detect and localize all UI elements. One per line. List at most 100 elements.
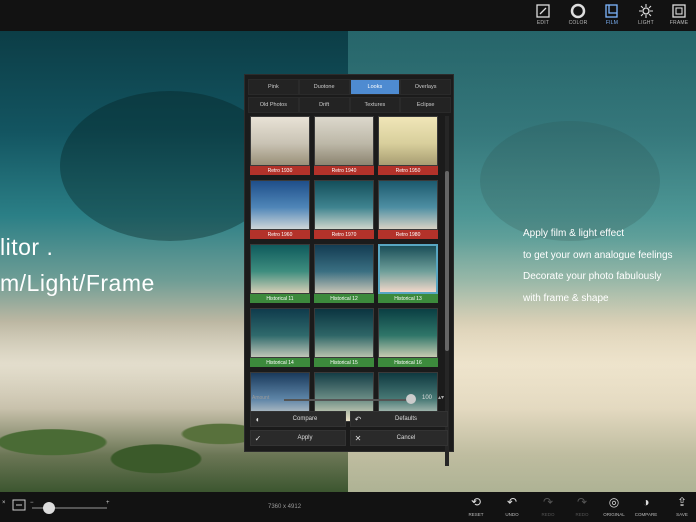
close-icon: ✕ (354, 433, 362, 443)
defaults-button[interactable]: ↶ Defaults (350, 411, 448, 427)
apply-button[interactable]: ✓ Apply (250, 430, 346, 446)
film-label: FILM (605, 20, 619, 26)
apply-label: Apply (297, 435, 313, 441)
undo-label: UNDO (505, 512, 519, 517)
tab-duotone[interactable]: Duotone (298, 79, 350, 95)
preset-thumbnail[interactable]: Retro 1930 (250, 116, 310, 176)
preset-thumbnail[interactable]: Historical 11 (250, 244, 310, 304)
light-tool[interactable]: LIGHT (631, 3, 661, 26)
undo-button[interactable]: ↶ UNDO (496, 494, 528, 517)
preset-label: Retro 1970 (314, 230, 374, 239)
top-toolbar: EDIT COLOR FILM LIGHT FRAME (0, 0, 696, 31)
compare-icon: ◐ (255, 414, 261, 424)
film-tool[interactable]: FILM (597, 3, 627, 26)
save-icon: ⇪ (676, 495, 688, 509)
edit-icon (536, 4, 550, 18)
amount-stepper-icon[interactable]: ▴▾ (438, 394, 444, 401)
promo-text: Apply film & light effect to get your ow… (523, 223, 696, 309)
zoom-slider-handle[interactable] (43, 502, 55, 514)
promo-line: to get your own analogue feelings (523, 249, 673, 261)
preset-thumbnail[interactable]: Historical 15 (314, 308, 374, 368)
cancel-button[interactable]: ✕ Cancel (350, 430, 448, 446)
compare-label: COMPARE (634, 512, 658, 517)
image-dimensions: 7360 x 4912 (268, 504, 302, 510)
preset-image (378, 116, 438, 166)
preset-image (250, 180, 310, 230)
color-tool[interactable]: COLOR (563, 3, 593, 26)
amount-slider[interactable] (284, 399, 414, 401)
zoom-slider[interactable] (32, 502, 107, 514)
scrollbar-thumb[interactable] (445, 171, 449, 351)
light-label: LIGHT (638, 20, 654, 26)
preset-thumbnail[interactable]: Retro 1980 (378, 180, 438, 240)
preset-label: Retro 1950 (378, 166, 438, 175)
preset-label: Retro 1930 (250, 166, 310, 175)
preset-label: Retro 1940 (314, 166, 374, 175)
redo-label: REDO (541, 512, 555, 517)
preset-thumbnail[interactable]: Historical 13 (378, 244, 438, 304)
reset-button[interactable]: ⟲ RESET (460, 494, 492, 517)
tab-textures[interactable]: Textures (349, 97, 401, 113)
preset-label: Historical 12 (314, 294, 374, 303)
hero-heading: litor . (0, 234, 54, 260)
amount-value: 100 (422, 395, 433, 401)
preset-label: Historical 13 (378, 294, 438, 303)
reset-label: RESET (468, 512, 484, 517)
tab-old-photos[interactable]: Old Photos (248, 97, 299, 113)
redo-label: REDO (575, 512, 589, 517)
preset-image (314, 244, 374, 294)
preset-thumbnail[interactable]: Retro 1950 (378, 116, 438, 176)
preset-label: Historical 15 (314, 358, 374, 367)
redo-button[interactable]: ↷ REDO (532, 494, 564, 517)
edit-tool[interactable]: EDIT (528, 3, 558, 26)
preset-label: Retro 1980 (378, 230, 438, 239)
plus-icon[interactable]: + (106, 500, 110, 506)
checkmark-icon: ✓ (254, 433, 262, 443)
preset-thumbnail[interactable]: Retro 1960 (250, 180, 310, 240)
amount-slider-handle[interactable] (406, 394, 416, 404)
preset-label: Historical 11 (250, 294, 310, 303)
frame-tool[interactable]: FRAME (664, 3, 694, 26)
tab-eclipse[interactable]: Eclipse (400, 97, 451, 113)
compare-icon: ◑ (642, 495, 650, 509)
preset-image (314, 116, 374, 166)
defaults-label: Defaults (394, 416, 417, 422)
compare-button[interactable]: ◐ Compare (250, 411, 346, 427)
preset-image (378, 244, 438, 294)
preset-image (250, 116, 310, 166)
color-label: COLOR (568, 20, 588, 26)
original-button[interactable]: ◎ ORIGINAL (598, 494, 630, 517)
preset-thumbnail[interactable]: Historical 14 (250, 308, 310, 368)
promo-line: Decorate your photo fabulously (523, 271, 662, 282)
tab-overlays[interactable]: Overlays (400, 79, 451, 95)
color-icon (570, 3, 586, 19)
minus-icon[interactable]: − (30, 500, 34, 506)
preset-thumbnail[interactable]: Retro 1970 (314, 180, 374, 240)
frame-label: FRAME (669, 20, 689, 26)
original-icon: ◎ (608, 495, 620, 509)
hero-subheading: m/Light/Frame (0, 270, 155, 296)
fit-screen-icon[interactable] (12, 499, 26, 511)
tab-pink[interactable]: Pink (248, 79, 299, 95)
reset-icon: ⟲ (470, 495, 482, 509)
promo-line: Apply film & light effect (523, 228, 624, 239)
tab-drift[interactable]: Drift (298, 97, 350, 113)
zoom-out-icon[interactable]: × (2, 500, 6, 506)
amount-label: Amount (252, 395, 270, 401)
preset-thumbnail[interactable]: Historical 16 (378, 308, 438, 368)
preset-thumbnail[interactable]: Retro 1940 (314, 116, 374, 176)
redo-icon: ↷ (542, 495, 554, 509)
redo-button[interactable]: ↷ REDO (566, 494, 598, 517)
cancel-label: Cancel (396, 435, 416, 441)
preset-thumbnail[interactable]: Historical 12 (314, 244, 374, 304)
preset-label: Retro 1960 (250, 230, 310, 239)
tab-row-1: Pink Duotone Looks Overlays (248, 79, 451, 95)
preset-label: Historical 14 (250, 358, 310, 367)
compare-button[interactable]: ◑ COMPARE (630, 494, 662, 517)
preset-image (250, 308, 310, 358)
save-button[interactable]: ⇪ SAVE (666, 494, 696, 517)
preset-image (378, 180, 438, 230)
preset-image (314, 180, 374, 230)
tab-looks[interactable]: Looks (349, 79, 401, 95)
preset-image (314, 308, 374, 358)
